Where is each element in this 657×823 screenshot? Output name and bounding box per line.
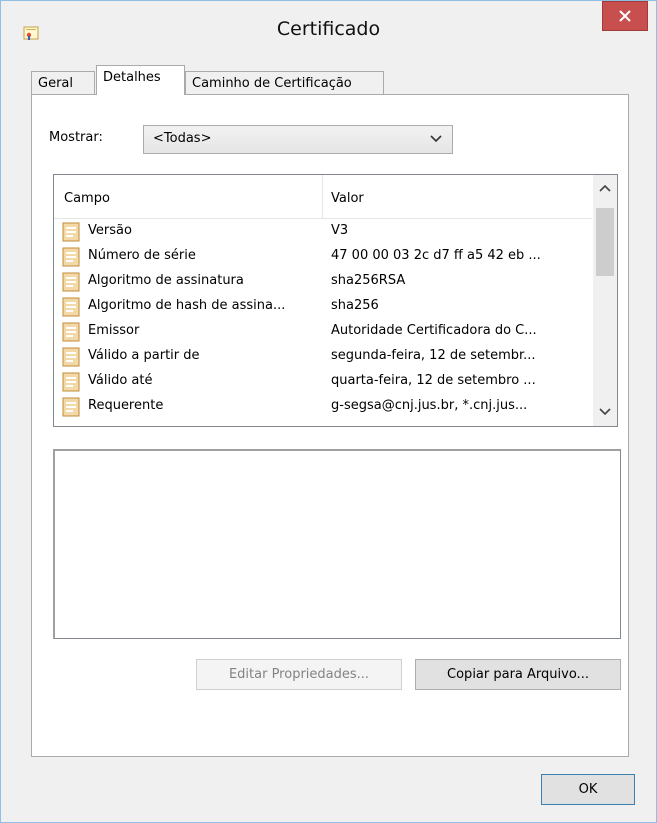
vertical-scrollbar[interactable]	[593, 175, 617, 426]
list-item[interactable]: Emissor Autoridade Certificadora do C...	[54, 320, 592, 345]
list-item[interactable]: Válido a partir de segunda-feira, 12 de …	[54, 345, 592, 370]
field-icon	[62, 347, 80, 367]
field-name: Número de série	[88, 248, 196, 263]
close-button[interactable]	[602, 1, 648, 31]
field-name: Algoritmo de assinatura	[88, 273, 244, 288]
tab-label: Caminho de Certificação	[192, 76, 352, 91]
ok-button[interactable]: OK	[541, 774, 635, 805]
list-header: Campo Valor	[54, 175, 592, 219]
show-dropdown-value: <Todas>	[153, 131, 212, 146]
fields-list[interactable]: Campo Valor Versão V3 Número de série 47…	[53, 174, 618, 427]
field-value: quarta-feira, 12 de setembro ...	[331, 373, 536, 388]
column-header-campo[interactable]: Campo	[64, 191, 110, 206]
field-icon	[62, 222, 80, 242]
tab-geral[interactable]: Geral	[31, 71, 95, 95]
field-value: 47 00 00 03 2c d7 ff a5 42 eb ...	[331, 248, 541, 263]
field-name: Versão	[88, 223, 132, 238]
list-item[interactable]: Algoritmo de hash de assina... sha256	[54, 295, 592, 320]
tab-label: Geral	[38, 76, 73, 91]
column-divider[interactable]	[322, 175, 323, 218]
field-name: Válido a partir de	[88, 348, 200, 363]
scrollbar-thumb[interactable]	[596, 208, 614, 276]
column-header-valor[interactable]: Valor	[331, 191, 364, 206]
title-bar: Certificado	[1, 1, 656, 61]
copy-to-file-button[interactable]: Copiar para Arquivo...	[415, 659, 621, 690]
field-icon	[62, 272, 80, 292]
field-name: Algoritmo de hash de assina...	[88, 298, 286, 313]
list-item[interactable]: Algoritmo de assinatura sha256RSA	[54, 270, 592, 295]
edit-properties-button[interactable]: Editar Propriedades...	[196, 659, 402, 690]
field-value: segunda-feira, 12 de setembr...	[331, 348, 536, 363]
list-item[interactable]: Número de série 47 00 00 03 2c d7 ff a5 …	[54, 245, 592, 270]
field-value: V3	[331, 223, 349, 238]
field-name: Emissor	[88, 323, 140, 338]
field-name: Requerente	[88, 398, 164, 413]
scroll-up-icon[interactable]	[593, 175, 617, 203]
field-icon	[62, 322, 80, 342]
list-item[interactable]: Versão V3	[54, 220, 592, 245]
chevron-down-icon	[430, 135, 442, 143]
scroll-down-icon[interactable]	[593, 398, 617, 426]
field-detail-box[interactable]	[53, 449, 621, 639]
tab-label: Detalhes	[103, 70, 161, 85]
field-name: Válido até	[88, 373, 153, 388]
field-icon	[62, 397, 80, 417]
field-value: g-segsa@cnj.jus.br, *.cnj.jus...	[331, 398, 528, 413]
field-icon	[62, 372, 80, 392]
field-value: sha256	[331, 298, 379, 313]
tab-detalhes[interactable]: Detalhes	[96, 65, 185, 95]
show-label: Mostrar:	[49, 130, 103, 145]
show-dropdown[interactable]: <Todas>	[143, 125, 453, 154]
field-value: Autoridade Certificadora do C...	[331, 323, 537, 338]
list-item[interactable]: Requerente g-segsa@cnj.jus.br, *.cnj.jus…	[54, 395, 592, 420]
field-icon	[62, 297, 80, 317]
tab-caminho-de-certificacao[interactable]: Caminho de Certificação	[185, 71, 384, 95]
list-item[interactable]: Válido até quarta-feira, 12 de setembro …	[54, 370, 592, 395]
certificate-dialog: Certificado Geral Detalhes Caminho de Ce…	[0, 0, 657, 823]
close-icon	[619, 10, 631, 22]
field-icon	[62, 247, 80, 267]
field-value: sha256RSA	[331, 273, 406, 288]
window-title: Certificado	[276, 18, 381, 40]
